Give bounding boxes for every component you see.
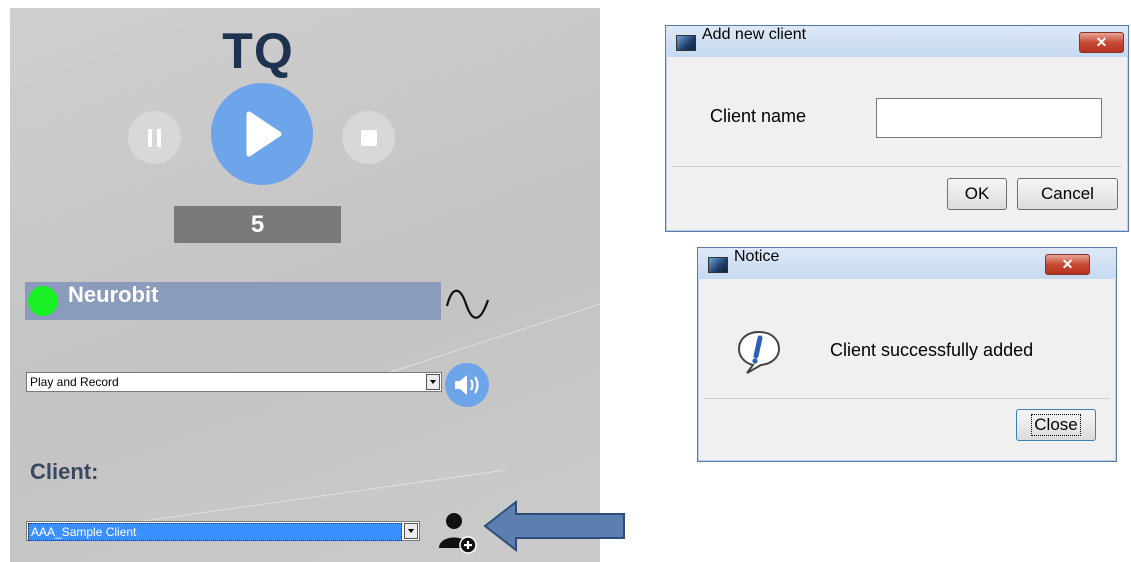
dialog-titlebar[interactable]: Add new client ✕ (666, 26, 1128, 57)
device-name: Neurobit (68, 282, 159, 307)
dialog-footer: OK Cancel (672, 166, 1122, 225)
add-user-icon[interactable] (435, 510, 479, 554)
client-select-value: AAA_Sample Client (28, 523, 402, 541)
chevron-down-icon[interactable] (426, 374, 440, 390)
client-label: Client: (30, 459, 99, 484)
app-logo: TQ (222, 23, 294, 79)
tq-app-panel: TQ 5 Neurobit Play and Record Client: AA… (10, 8, 600, 562)
dialog-title: Notice (734, 248, 780, 265)
pause-button[interactable] (128, 111, 181, 164)
close-button-label: Close (1031, 414, 1081, 436)
client-select[interactable]: AAA_Sample Client (26, 521, 420, 541)
mode-select-value: Play and Record (30, 375, 119, 389)
pause-icon (147, 128, 161, 147)
chevron-down-icon[interactable] (404, 523, 418, 539)
ok-button[interactable]: OK (947, 178, 1007, 210)
dialog-body: Client name (672, 58, 1122, 166)
stop-icon (360, 129, 377, 146)
close-button[interactable]: ✕ (1045, 254, 1090, 275)
dialog-body: Client successfully added (704, 280, 1110, 393)
close-button[interactable]: ✕ (1079, 32, 1124, 53)
cancel-button[interactable]: Cancel (1017, 178, 1118, 210)
play-icon (246, 111, 282, 157)
close-dialog-button[interactable]: Close (1016, 409, 1096, 441)
dialog-title: Add new client (702, 26, 807, 43)
signal-wave-icon[interactable] (444, 282, 492, 326)
client-name-label: Client name (710, 106, 807, 126)
mode-select[interactable]: Play and Record (26, 372, 442, 392)
pointer-arrow (483, 500, 625, 552)
notice-message: Client successfully added (830, 340, 1034, 360)
device-status-indicator (28, 286, 58, 316)
notice-dialog: Notice ✕ Client successfully added Close (697, 247, 1117, 462)
speaker-icon (455, 375, 479, 395)
counter-display: 5 (174, 206, 341, 243)
client-name-input[interactable] (876, 98, 1102, 138)
device-status-bar: Neurobit (25, 282, 441, 320)
add-client-dialog: Add new client ✕ Client name OK Cancel (665, 25, 1129, 232)
dialog-titlebar[interactable]: Notice ✕ (698, 248, 1116, 279)
stop-button[interactable] (342, 111, 395, 164)
play-button[interactable] (211, 83, 313, 185)
app-icon (676, 35, 696, 51)
dialog-footer: Close (704, 398, 1110, 455)
app-icon (708, 257, 728, 273)
info-bubble-icon (737, 330, 781, 374)
speaker-button[interactable] (445, 363, 489, 407)
